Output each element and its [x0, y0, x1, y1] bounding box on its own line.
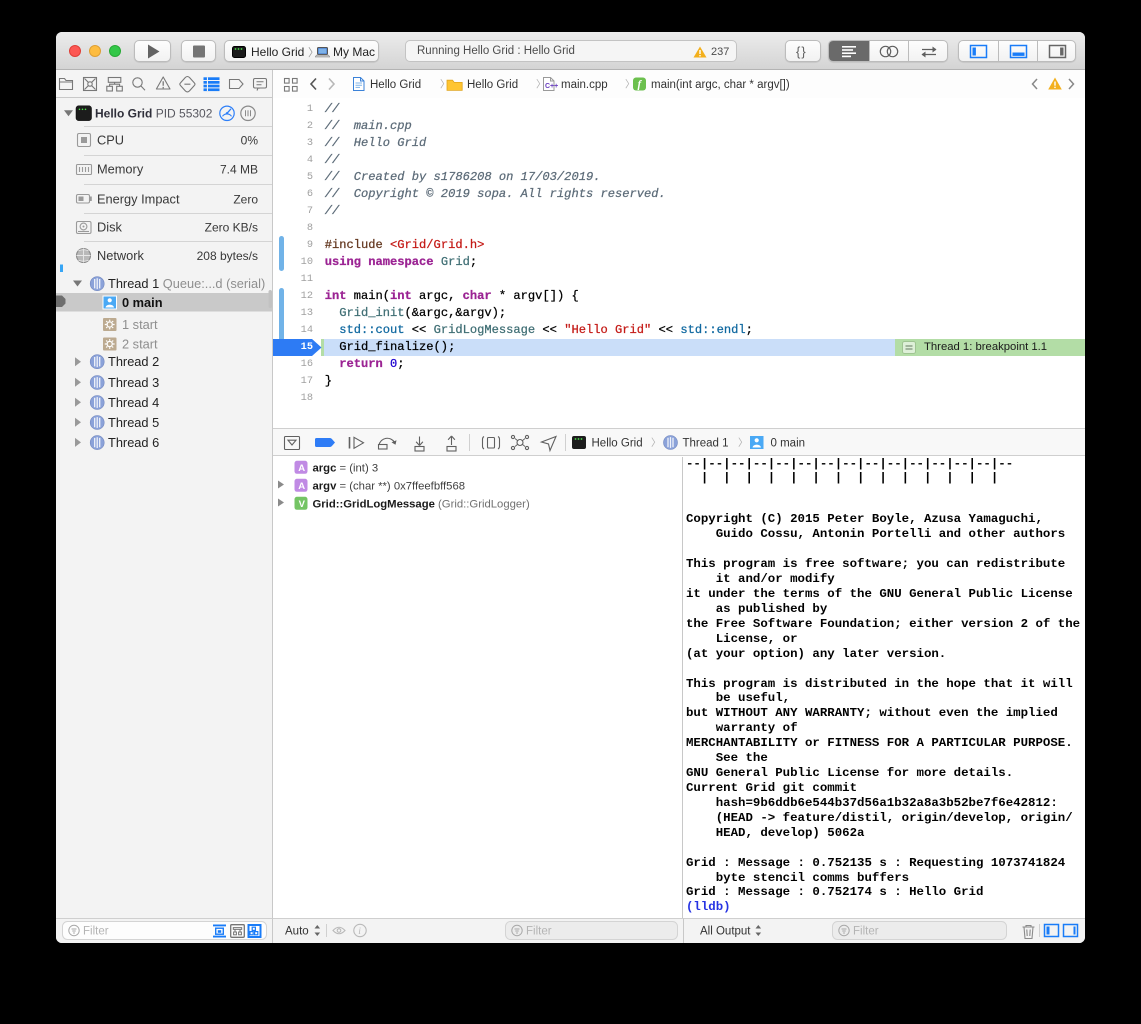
svg-text:7.4 MB: 7.4 MB	[220, 163, 258, 177]
svg-text:Thread 5: Thread 5	[108, 415, 159, 430]
svg-text:Thread 4: Thread 4	[108, 395, 159, 410]
svg-text:0 main: 0 main	[771, 438, 806, 450]
svg-text:Filter: Filter	[83, 926, 109, 938]
svg-text:Thread 1 Queue:...d (serial): Thread 1 Queue:...d (serial)	[108, 276, 265, 291]
svg-text:A: A	[298, 481, 305, 492]
svg-text:Auto: Auto	[285, 926, 309, 938]
svg-text:〉: 〉	[651, 437, 661, 449]
svg-text:Zero KB/s: Zero KB/s	[205, 221, 258, 235]
svg-text:Hello Grid: Hello Grid	[592, 438, 643, 450]
svg-text:Hello Grid: Hello Grid	[467, 79, 518, 91]
svg-text:i: i	[358, 927, 361, 937]
svg-text:〉: 〉	[738, 437, 748, 449]
svg-text:argc = (int) 3: argc = (int) 3	[313, 463, 379, 475]
svg-text:Grid::GridLogMessage (Grid::Gr: Grid::GridLogMessage (Grid::GridLogger)	[313, 499, 530, 511]
svg-text:Filter: Filter	[853, 926, 879, 938]
svg-text:All Output: All Output	[700, 926, 751, 938]
svg-text:〉: 〉	[625, 79, 635, 91]
svg-text:Network: Network	[97, 248, 145, 263]
svg-text:Hello Grid PID 55302: Hello Grid PID 55302	[95, 107, 213, 121]
svg-text:Disk: Disk	[97, 220, 122, 235]
svg-text:208 bytes/s: 208 bytes/s	[197, 249, 258, 263]
svg-text:Memory: Memory	[97, 162, 144, 177]
svg-text:C++: C++	[545, 83, 558, 90]
svg-text:0%: 0%	[241, 134, 259, 148]
svg-text:0 main: 0 main	[122, 295, 163, 310]
svg-text:main.cpp: main.cpp	[561, 79, 608, 91]
svg-text:2 start: 2 start	[122, 336, 158, 351]
svg-text:Thread 1: Thread 1	[683, 438, 729, 450]
svg-text:Filter: Filter	[526, 926, 552, 938]
svg-text:Thread 6: Thread 6	[108, 435, 159, 450]
svg-text:Hello Grid: Hello Grid	[370, 79, 421, 91]
svg-text:Zero: Zero	[233, 193, 258, 207]
svg-text:V: V	[299, 499, 306, 510]
svg-text:argv = (char **) 0x7ffeefbff56: argv = (char **) 0x7ffeefbff568	[313, 481, 466, 493]
svg-text:Energy Impact: Energy Impact	[97, 192, 180, 207]
svg-text:1 start: 1 start	[122, 317, 158, 332]
svg-text:main(int argc, char * argv[]): main(int argc, char * argv[])	[651, 79, 790, 91]
svg-text:CPU: CPU	[97, 133, 124, 148]
svg-text:Thread 2: Thread 2	[108, 354, 159, 369]
svg-text:A: A	[298, 463, 305, 474]
svg-text:Thread 3: Thread 3	[108, 375, 159, 390]
svg-text:〉: 〉	[440, 79, 450, 91]
svg-text:〉: 〉	[536, 79, 546, 91]
